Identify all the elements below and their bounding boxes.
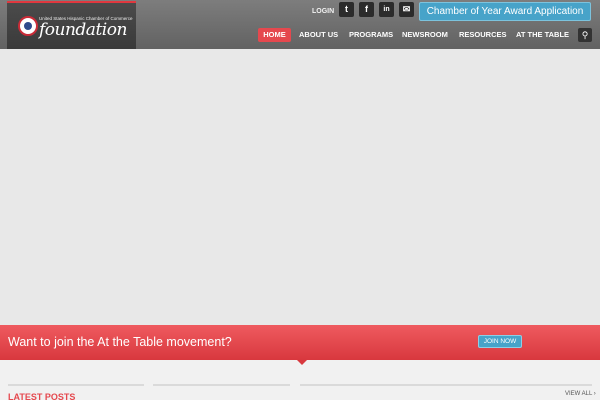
column-divider: [300, 384, 592, 386]
site-logo[interactable]: United States Hispanic Chamber of Commer…: [7, 1, 136, 49]
facebook-icon[interactable]: f: [359, 2, 374, 17]
nav-at-the-table[interactable]: AT THE TABLE: [516, 28, 569, 42]
linkedin-icon[interactable]: in: [379, 2, 394, 17]
site-header: United States Hispanic Chamber of Commer…: [0, 0, 600, 52]
award-application-button[interactable]: Chamber of Year Award Application: [419, 2, 591, 21]
latest-posts-heading: LATEST POSTS: [8, 392, 76, 400]
email-icon[interactable]: ✉: [399, 2, 414, 17]
hero-banner: [0, 49, 600, 325]
join-now-button[interactable]: JOIN NOW: [478, 335, 522, 348]
cta-notch: [297, 360, 307, 365]
search-icon[interactable]: ⚲: [578, 28, 592, 42]
chamber-seal-icon: [18, 16, 38, 36]
nav-home[interactable]: HOME: [258, 28, 291, 42]
nav-newsroom[interactable]: NEWSROOM: [402, 28, 448, 42]
nav-programs[interactable]: PROGRAMS: [349, 28, 393, 42]
column-divider: [8, 384, 144, 386]
cta-text: Want to join the At the Table movement?: [8, 335, 232, 349]
login-link[interactable]: LOGIN: [312, 8, 334, 15]
nav-about-us[interactable]: ABOUT US: [299, 28, 338, 42]
twitter-icon[interactable]: t: [339, 2, 354, 17]
column-divider: [153, 384, 290, 386]
cta-bar: Want to join the At the Table movement? …: [0, 325, 600, 360]
logo-wordmark: foundation: [39, 20, 127, 40]
view-all-link[interactable]: VIEW ALL ›: [565, 391, 596, 397]
nav-resources[interactable]: RESOURCES: [459, 28, 507, 42]
